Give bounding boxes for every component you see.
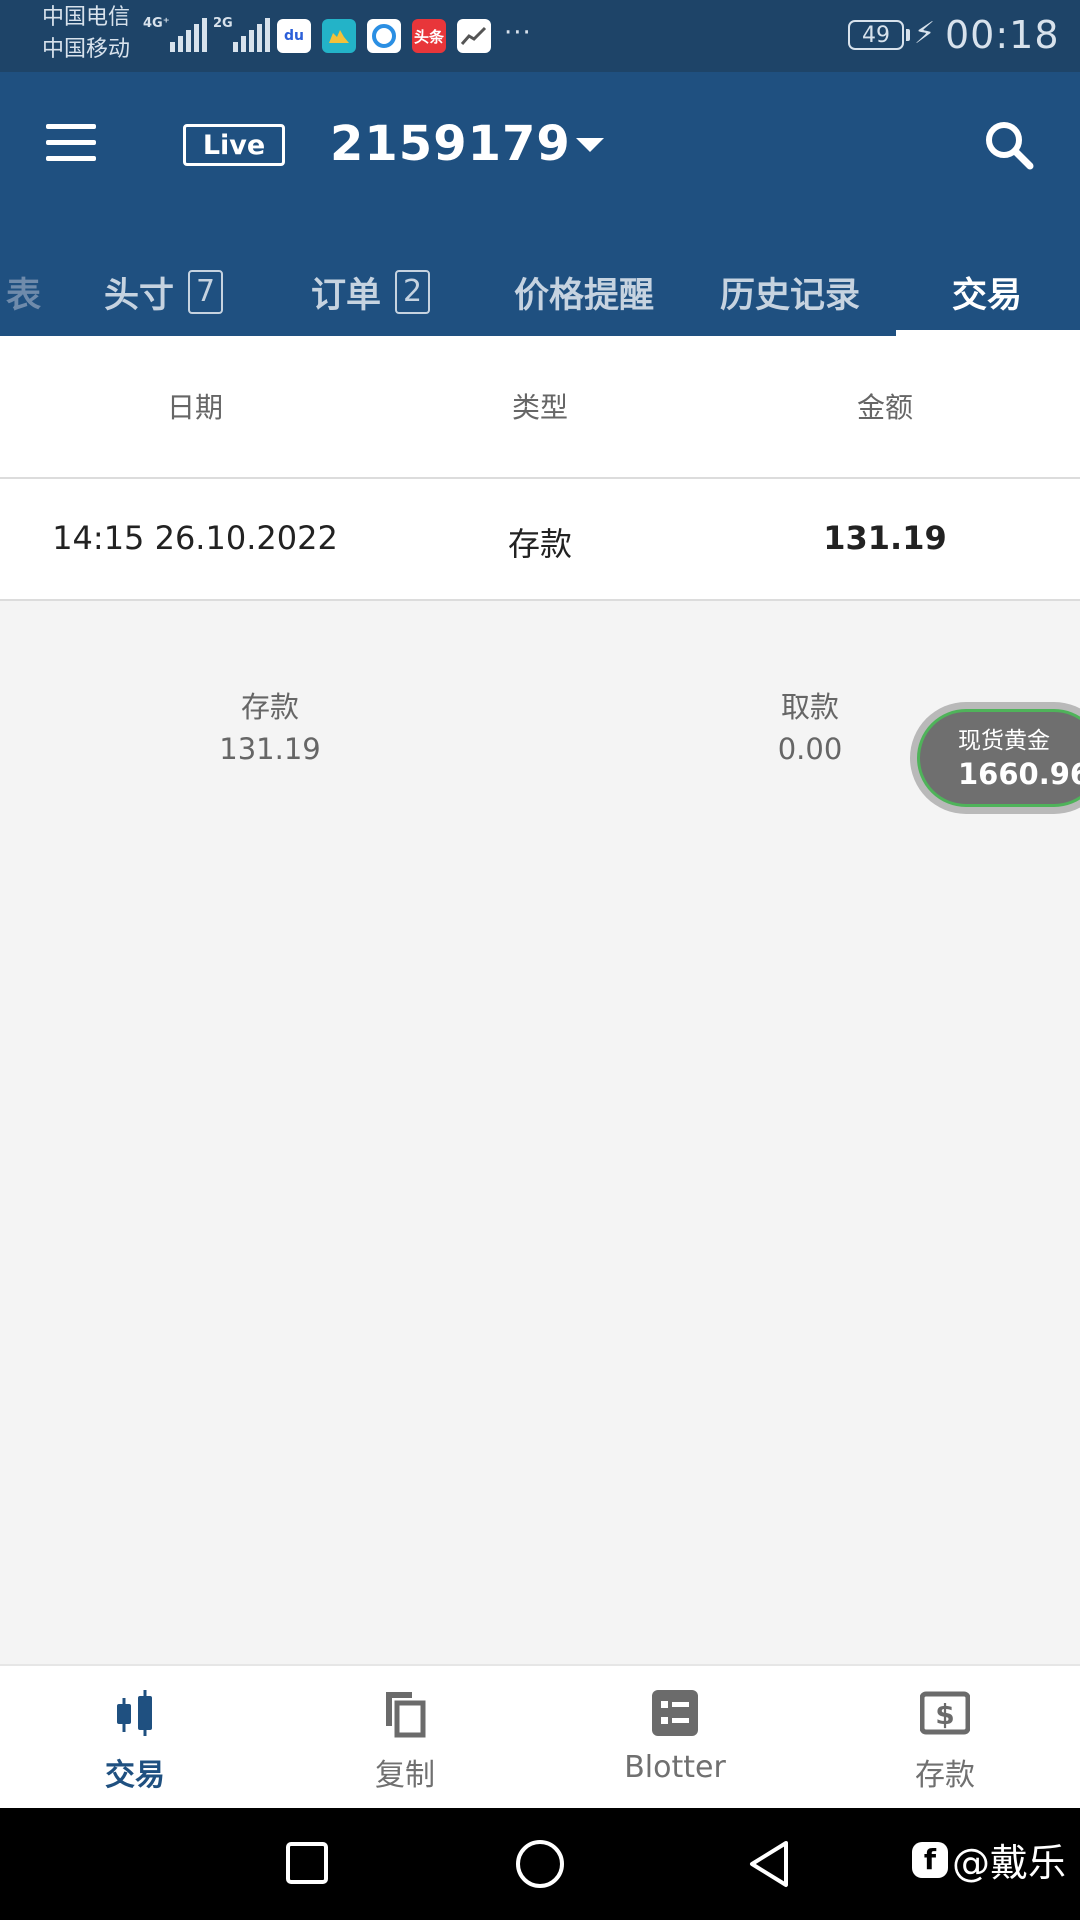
deposit-summary: 存款 131.19 (150, 686, 390, 770)
nav-copy[interactable]: 复制 (270, 1666, 540, 1810)
price-ticker: 现货黄金 1660.96 (917, 709, 1080, 807)
back-icon[interactable] (746, 1839, 792, 1889)
ticker-price: 1660.96 (958, 757, 1080, 791)
column-header-type: 类型 (511, 391, 568, 424)
tab-label: 订单 (311, 275, 382, 316)
watermark: f @戴乐 (912, 1832, 1066, 1887)
ticker-name: 现货黄金 (958, 728, 1050, 754)
bottom-navigation: 交易 复制 Blotter $ 存款 (0, 1664, 1080, 1810)
network-type-4g: 4G⁺ (143, 16, 170, 31)
nav-blotter[interactable]: Blotter (540, 1666, 810, 1810)
copy-icon (380, 1688, 430, 1738)
tab-price-alerts[interactable]: 价格提醒 (514, 252, 654, 332)
dollar-bill-icon: $ (919, 1688, 971, 1738)
tab-orders[interactable]: 订单 2 (311, 252, 431, 332)
row-type: 存款 (507, 525, 572, 563)
battery-level: 49 (862, 22, 890, 48)
battery-icon: 49 (848, 20, 904, 50)
tab-history[interactable]: 历史记录 (720, 252, 860, 332)
tab-label: 交易 (952, 275, 1023, 316)
chevron-down-icon[interactable] (576, 138, 604, 152)
tab-label: 头寸 (104, 275, 175, 316)
deposit-label: 存款 (240, 690, 299, 724)
orders-count-badge: 2 (395, 270, 431, 314)
nav-deposit[interactable]: $ 存款 (810, 1666, 1080, 1810)
list-icon (650, 1688, 700, 1738)
baidu-icon: du (277, 19, 311, 53)
carrier-mobile: 中国移动 (42, 37, 131, 62)
nav-trade[interactable]: 交易 (0, 1666, 270, 1810)
app-header: Live 2159179 表 头寸 7 订单 2 价格提醒 历史记录 交易 (0, 72, 1080, 336)
qq-browser-icon (367, 19, 401, 53)
row-amount: 131.19 (823, 519, 947, 557)
watermark-text: @戴乐 (952, 1841, 1067, 1885)
charging-icon: ⚡︎ (914, 16, 936, 51)
svg-text:$: $ (935, 1698, 954, 1731)
search-icon[interactable] (980, 116, 1040, 176)
tab-transactions[interactable]: 交易 (952, 252, 1022, 332)
tab-chart[interactable]: 表 (6, 252, 41, 332)
battery-tip (906, 29, 910, 41)
column-header-date: 日期 (166, 391, 223, 424)
signal-strength-icon (233, 18, 270, 52)
table-row[interactable]: 14:15 26.10.2022 存款 131.19 (0, 479, 1080, 601)
table-header: 日期 类型 金额 (0, 336, 1080, 479)
account-number[interactable]: 2159179 (330, 116, 571, 172)
tab-label: 价格提醒 (514, 275, 655, 316)
carrier-telecom: 中国电信 (42, 5, 131, 30)
signal-strength-icon (170, 18, 207, 52)
status-time: 00:18 (945, 13, 1060, 57)
nav-label: 复制 (375, 1758, 435, 1793)
recent-apps-icon[interactable] (285, 1841, 329, 1885)
withdrawal-label: 取款 (780, 690, 839, 724)
system-navigation-bar: f @戴乐 (0, 1808, 1080, 1920)
toutiao-icon: 头条 (412, 19, 446, 53)
withdrawal-total: 0.00 (777, 732, 843, 766)
notification-overflow: ··· (504, 18, 532, 48)
candlestick-icon (110, 1688, 160, 1738)
positions-count-badge: 7 (188, 270, 224, 314)
column-header-amount: 金额 (856, 391, 913, 424)
nav-label: Blotter (624, 1750, 726, 1785)
price-ticker-button[interactable]: 现货黄金 1660.96 (910, 702, 1080, 814)
nav-label: 交易 (105, 1758, 165, 1793)
nav-label: 存款 (915, 1758, 975, 1793)
tab-label: 表 (6, 275, 42, 316)
row-date: 14:15 26.10.2022 (52, 519, 338, 557)
status-bar: 中国电信 中国移动 4G⁺ 2G du 头条 ··· 49 ⚡︎ 00:18 (0, 0, 1080, 72)
withdrawal-summary: 取款 0.00 (690, 686, 930, 770)
menu-icon[interactable] (46, 124, 96, 162)
live-badge: Live (183, 124, 285, 166)
deposit-total: 131.19 (219, 732, 321, 766)
camel-app-icon (322, 19, 356, 53)
facebook-logo-icon: f (912, 1841, 948, 1878)
stock-app-icon (457, 19, 491, 53)
tab-positions[interactable]: 头寸 7 (104, 252, 224, 332)
tab-label: 历史记录 (720, 275, 861, 316)
network-type-2g: 2G (213, 16, 233, 31)
home-icon[interactable] (515, 1839, 565, 1889)
